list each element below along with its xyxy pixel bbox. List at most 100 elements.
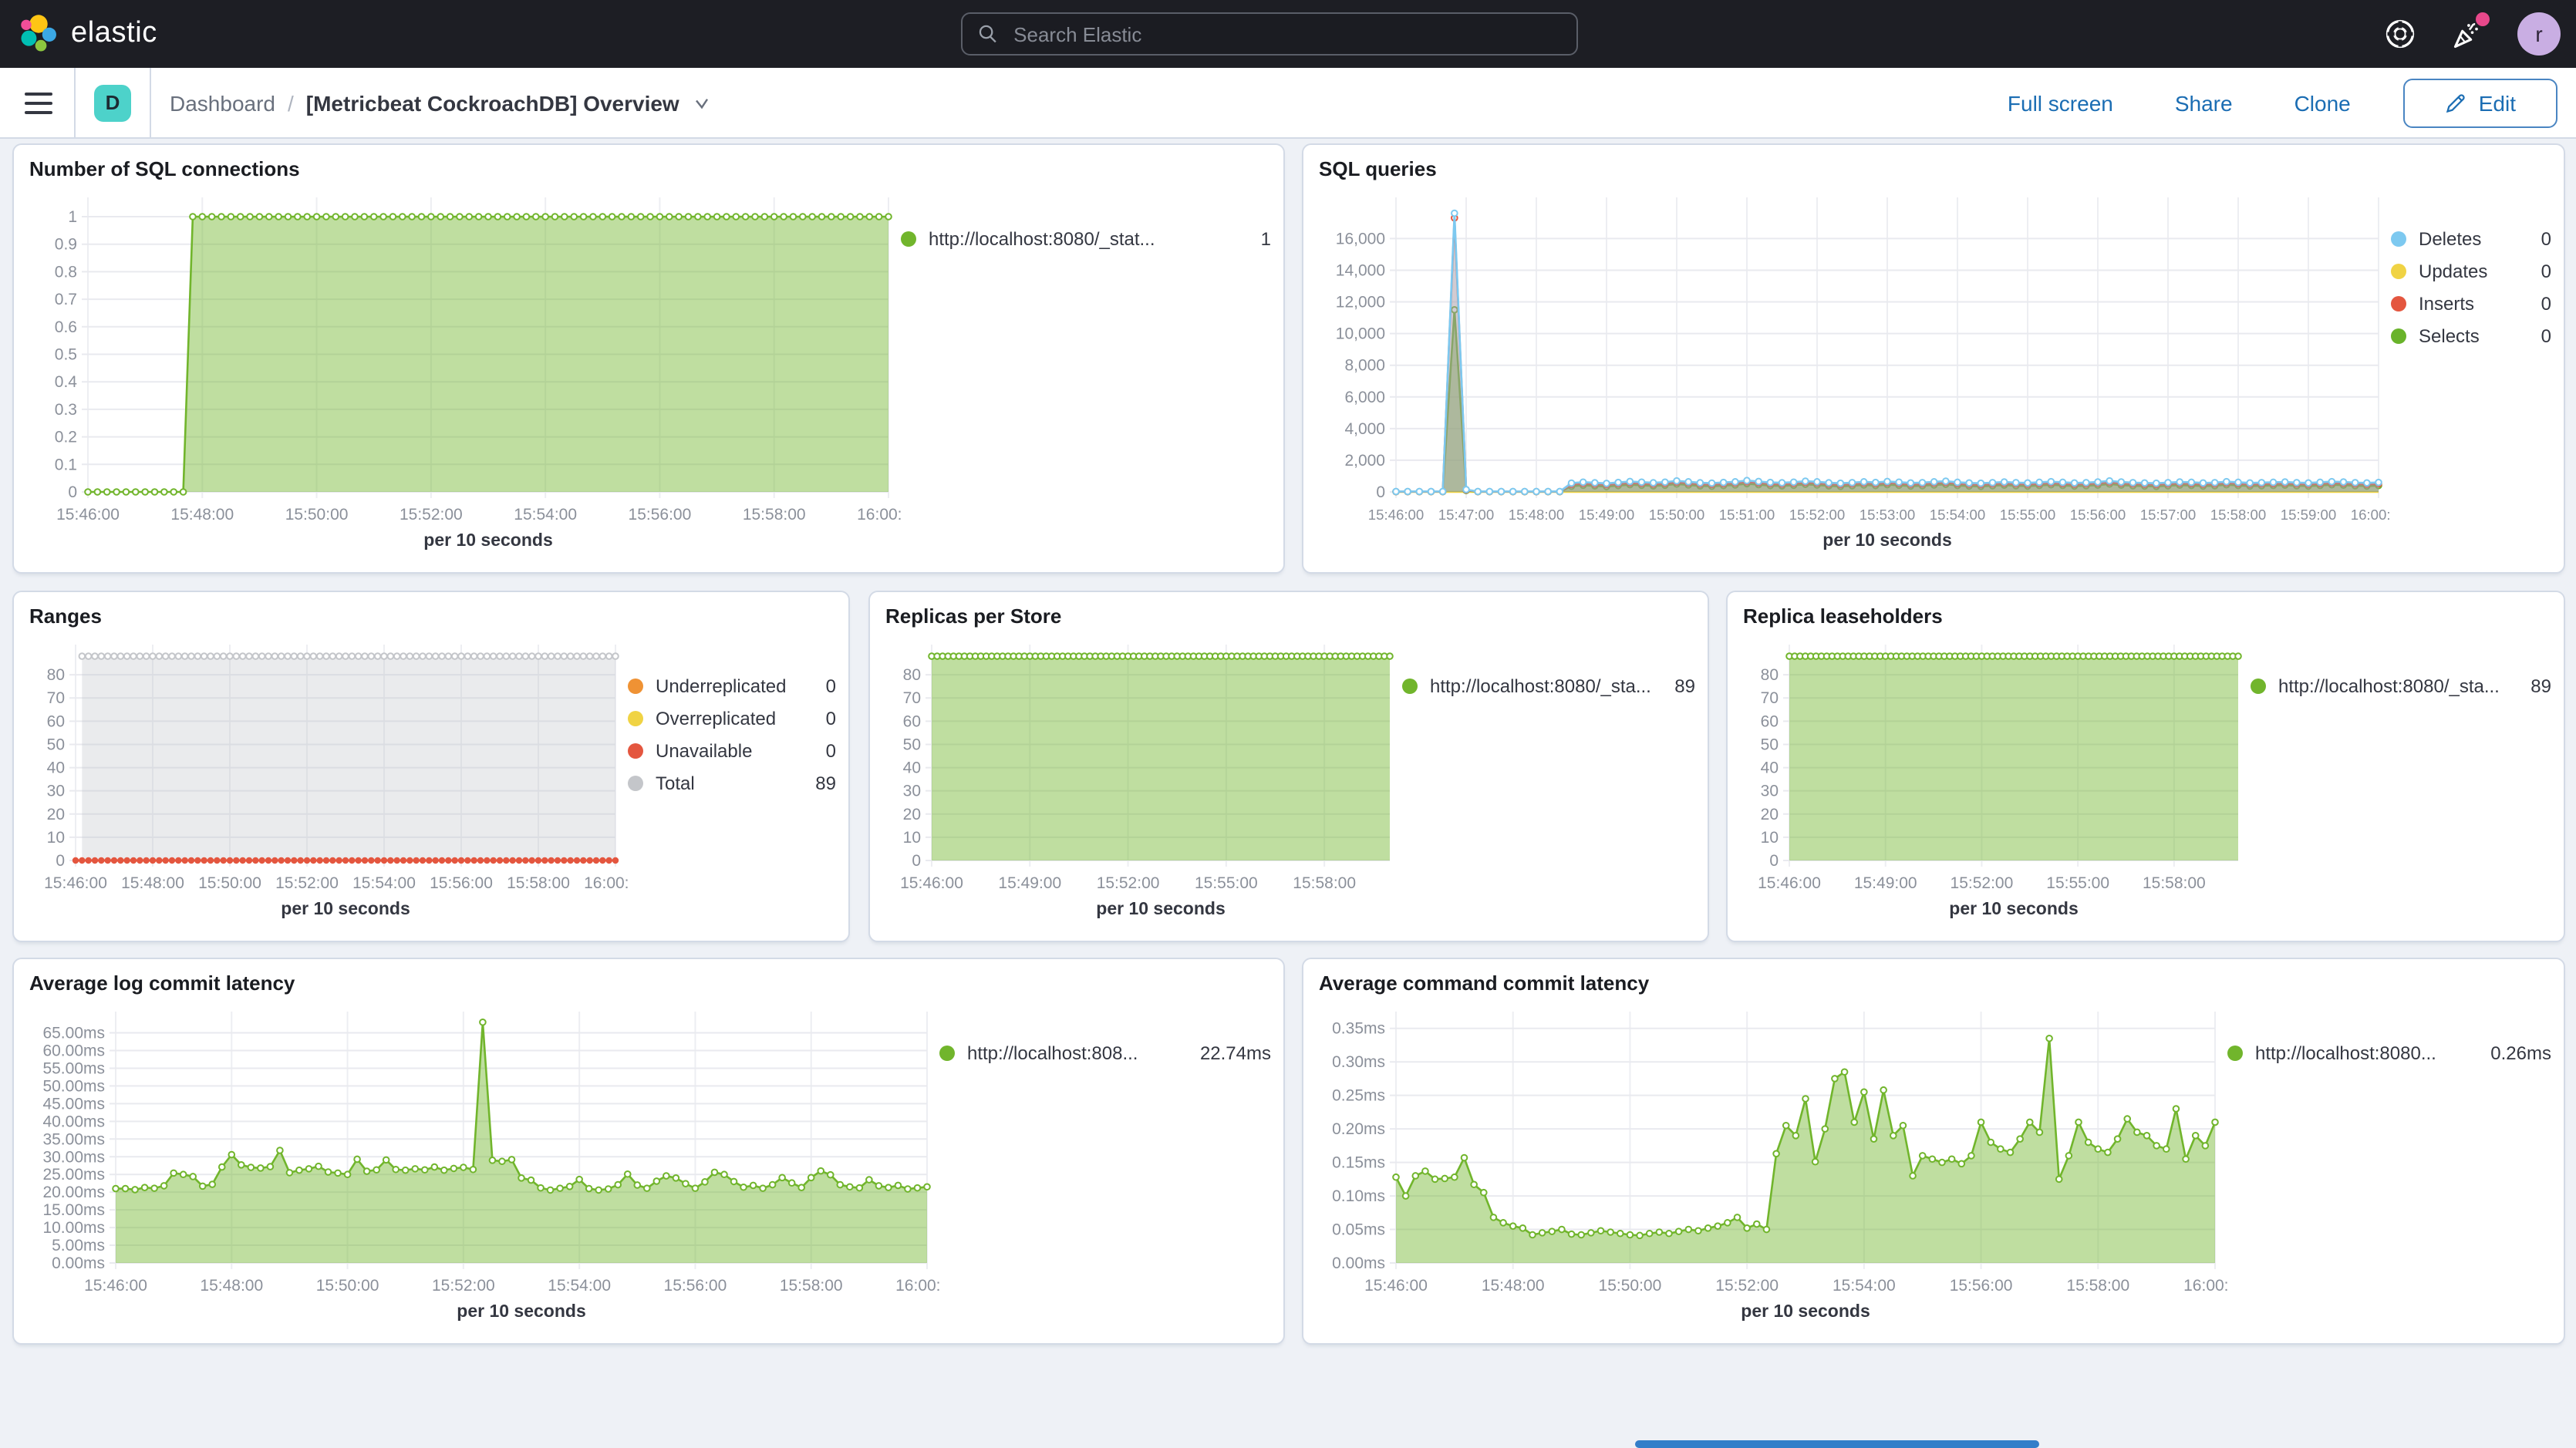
svg-text:15:50:00: 15:50:00	[198, 874, 261, 892]
panel-title: SQL queries	[1316, 157, 2551, 182]
panel-average-log-commit-latency: Average log commit latency 65.00ms60.00m…	[12, 958, 1285, 1345]
user-avatar[interactable]: r	[2517, 12, 2561, 56]
dashboard-grid: Number of SQL connections 10.90.80.70.60…	[0, 137, 2576, 1448]
svg-text:15:48:00: 15:48:00	[121, 874, 184, 892]
svg-text:16:00:00: 16:00:00	[2351, 507, 2391, 523]
legend-dot-icon	[939, 1045, 955, 1060]
edit-button[interactable]: Edit	[2403, 78, 2557, 127]
svg-text:16:00:00: 16:00:00	[857, 506, 901, 524]
dashboard-toolbar: D Dashboard / [Metricbeat CockroachDB] O…	[0, 68, 2576, 139]
legend-item[interactable]: Inserts0	[2391, 287, 2551, 319]
elastic-logo[interactable]: elastic	[0, 14, 296, 54]
svg-text:15:56:00: 15:56:00	[1950, 1277, 2013, 1295]
legend-item[interactable]: Overreplicated0	[628, 702, 836, 734]
svg-text:15:58:00: 15:58:00	[780, 1277, 843, 1295]
legend-dot-icon	[901, 231, 916, 246]
legend-item[interactable]: http://localhost:8080...0.26ms	[2227, 1036, 2551, 1069]
legend-dot-icon	[2251, 678, 2266, 693]
svg-text:0.25ms: 0.25ms	[1332, 1087, 1385, 1105]
legend-label: Unavailable	[656, 739, 752, 761]
legend-dot-icon	[2391, 295, 2406, 311]
legend-dot-icon	[2227, 1045, 2243, 1060]
clone-button[interactable]: Clone	[2285, 89, 2360, 116]
svg-text:10: 10	[1761, 829, 1779, 847]
svg-text:25.00ms: 25.00ms	[42, 1166, 105, 1184]
horizontal-scrollbar[interactable]	[1635, 1440, 2039, 1448]
svg-text:4,000: 4,000	[1344, 420, 1385, 438]
svg-text:15:48:00: 15:48:00	[200, 1277, 263, 1295]
svg-text:15:49:00: 15:49:00	[1579, 507, 1634, 523]
legend-item[interactable]: http://localhost:8080/_stat...1	[901, 222, 1271, 254]
svg-text:40: 40	[47, 759, 65, 777]
legend-dot-icon	[2391, 231, 2406, 246]
global-search[interactable]	[961, 12, 1578, 56]
breadcrumb-dashboard-link[interactable]: Dashboard	[170, 90, 275, 115]
svg-text:15:46:00: 15:46:00	[44, 874, 107, 892]
legend-item[interactable]: http://localhost:8080/_sta...89	[2251, 669, 2551, 702]
svg-text:10.00ms: 10.00ms	[42, 1219, 105, 1237]
command-commit-latency-chart: 0.35ms0.30ms0.25ms0.20ms0.15ms0.10ms0.05…	[1316, 996, 2227, 1331]
svg-text:70: 70	[47, 689, 65, 707]
full-screen-button[interactable]: Full screen	[1998, 89, 2123, 116]
menu-button[interactable]	[25, 92, 52, 113]
panel-title: Number of SQL connections	[26, 157, 1271, 182]
svg-text:2,000: 2,000	[1344, 452, 1385, 470]
svg-text:60: 60	[47, 712, 65, 730]
legend-label: Deletes	[2419, 227, 2481, 249]
svg-text:15:59:00: 15:59:00	[2281, 507, 2336, 523]
svg-text:per 10 seconds: per 10 seconds	[1741, 1301, 1870, 1321]
svg-text:30.00ms: 30.00ms	[42, 1148, 105, 1166]
chart-legend: http://localhost:8080...0.26ms	[2227, 996, 2551, 1331]
svg-text:15:50:00: 15:50:00	[1599, 1277, 1662, 1295]
breadcrumb: Dashboard / [Metricbeat CockroachDB] Ove…	[170, 90, 713, 115]
legend-item[interactable]: Selects0	[2391, 319, 2551, 352]
ranges-chart: 8070605040302010015:46:0015:48:0015:50:0…	[26, 629, 628, 928]
svg-text:0.05ms: 0.05ms	[1332, 1221, 1385, 1239]
legend-item[interactable]: Deletes 0	[2391, 222, 2551, 254]
svg-text:15:56:00: 15:56:00	[629, 506, 692, 524]
pencil-icon	[2445, 92, 2466, 113]
svg-text:0.35ms: 0.35ms	[1332, 1020, 1385, 1038]
svg-text:30: 30	[47, 783, 65, 800]
sql-queries-chart: 16,00014,00012,00010,0008,0006,0004,0002…	[1316, 182, 2391, 560]
legend-item[interactable]: Updates0	[2391, 254, 2551, 287]
space-avatar[interactable]: D	[94, 84, 131, 121]
svg-text:20: 20	[903, 806, 921, 823]
svg-text:0.6: 0.6	[55, 318, 77, 336]
svg-text:70: 70	[1761, 689, 1779, 707]
whats-new-button[interactable]	[2450, 15, 2487, 52]
legend-item[interactable]: Underreplicated0	[628, 669, 836, 702]
svg-text:15:58:00: 15:58:00	[2066, 1277, 2129, 1295]
svg-text:per 10 seconds: per 10 seconds	[457, 1301, 585, 1321]
svg-text:15:48:00: 15:48:00	[1482, 1277, 1545, 1295]
legend-value: 0	[2526, 227, 2551, 249]
panel-replica-leaseholders: Replica leaseholders 8070605040302010015…	[1726, 591, 2565, 942]
chevron-down-icon[interactable]	[692, 92, 713, 113]
legend-item[interactable]: http://localhost:808...22.74ms	[939, 1036, 1271, 1069]
legend-item[interactable]: Unavailable0	[628, 734, 836, 766]
svg-text:45.00ms: 45.00ms	[42, 1095, 105, 1113]
svg-text:0: 0	[1376, 483, 1385, 501]
svg-text:15:48:00: 15:48:00	[1509, 507, 1564, 523]
svg-text:20.00ms: 20.00ms	[42, 1184, 105, 1201]
svg-text:15:52:00: 15:52:00	[1097, 874, 1160, 892]
svg-text:15:58:00: 15:58:00	[743, 506, 806, 524]
svg-text:60.00ms: 60.00ms	[42, 1042, 105, 1060]
panel-number-of-sql-connections: Number of SQL connections 10.90.80.70.60…	[12, 143, 1285, 574]
svg-text:0.00ms: 0.00ms	[1332, 1254, 1385, 1272]
svg-text:0: 0	[56, 852, 65, 870]
share-button[interactable]: Share	[2166, 89, 2242, 116]
svg-text:15:46:00: 15:46:00	[84, 1277, 147, 1295]
search-input[interactable]	[1010, 21, 1561, 47]
legend-item[interactable]: http://localhost:8080/_sta...89	[1402, 669, 1695, 702]
legend-item[interactable]: Total89	[628, 766, 836, 799]
svg-text:70: 70	[903, 689, 921, 707]
svg-text:15:55:00: 15:55:00	[2046, 874, 2109, 892]
svg-text:35.00ms: 35.00ms	[42, 1130, 105, 1148]
svg-text:6,000: 6,000	[1344, 389, 1385, 406]
help-button[interactable]	[2382, 15, 2419, 52]
legend-label: http://localhost:808...	[967, 1042, 1138, 1063]
svg-text:per 10 seconds: per 10 seconds	[1822, 530, 1951, 550]
svg-text:40: 40	[903, 759, 921, 777]
legend-value: 0.26ms	[2475, 1042, 2551, 1063]
